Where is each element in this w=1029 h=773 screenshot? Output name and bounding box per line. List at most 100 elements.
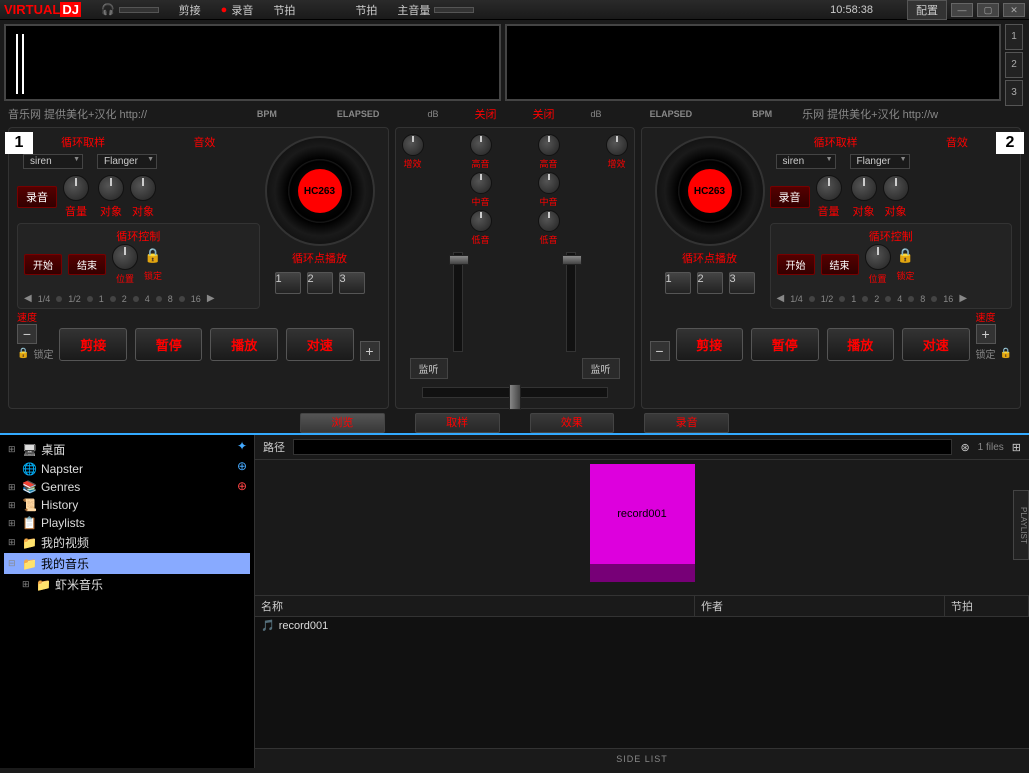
col-name[interactable]: 名称 [255,596,695,616]
titlebar-beat[interactable]: 节拍 [273,2,295,18]
tab-browse[interactable]: 浏览 [300,413,385,433]
col-artist[interactable]: 作者 [695,596,945,616]
pfl-button-1[interactable]: 监听 [410,358,448,379]
deck1-speed-plus[interactable]: + [360,341,380,361]
sampler-select-2[interactable]: siren [776,154,836,169]
deck1-loop-end[interactable]: 结束 [68,254,106,275]
deck1-cue-2[interactable]: 2 [307,272,333,294]
high-knob-1[interactable] [470,134,492,156]
wave-preset-3[interactable]: 3 [1005,80,1023,106]
deck2-cut-button[interactable]: 剪接 [676,328,744,361]
gain-knob-1[interactable] [402,134,424,156]
deck1-speed-minus[interactable]: − [17,324,37,344]
tree-myvideo[interactable]: ⊞📁我的视频 [4,532,250,553]
low-knob-1[interactable] [470,210,492,232]
deck1-record-button[interactable]: 录音 [17,186,57,208]
deck2-cue-3[interactable]: 3 [729,272,755,294]
mid-knob-2[interactable] [538,172,560,194]
deck2-cue-2[interactable]: 2 [697,272,723,294]
path-action-icon[interactable]: ⊛ [960,441,969,454]
gain-knob-2[interactable] [606,134,628,156]
tree-action-2[interactable]: ⊕ [234,459,250,475]
channel-fader-2[interactable] [566,252,576,352]
deck1-loop-prev[interactable]: ◀ [24,293,32,304]
tree-history[interactable]: ⊞📜History [4,496,250,514]
maximize-button[interactable]: ▢ [977,3,999,17]
path-input[interactable] [293,439,952,455]
config-button[interactable]: 配置 [907,0,947,20]
tree-action-3[interactable]: ⊕ [234,479,250,495]
tab-fx[interactable]: 效果 [530,413,615,433]
crossfader[interactable] [422,387,608,398]
lock-icon[interactable]: 🔒 [17,348,29,359]
titlebar-cut[interactable]: 剪接 [179,2,201,18]
deck1-cue-1[interactable]: 1 [275,272,301,294]
lock-icon[interactable]: 🔒 [1000,348,1012,359]
deck2-fx-knob2[interactable] [883,175,909,201]
deck1-sync-button[interactable]: 对速 [286,328,354,361]
titlebar-beat2[interactable]: 节拍 [355,2,377,18]
deck1-jogwheel[interactable]: HC263 [265,136,375,246]
channel-fader-1[interactable] [453,252,463,352]
tree-napster[interactable]: 🌐Napster [4,460,250,478]
file-row-1[interactable]: 🎵record001 [255,617,1029,634]
deck2-record-button[interactable]: 录音 [770,186,810,208]
view-toggle-icon[interactable]: ⊞ [1012,441,1021,454]
deck2-speed-minus[interactable]: − [650,341,670,361]
tab-record[interactable]: 录音 [644,413,729,433]
low-knob-2[interactable] [538,210,560,232]
deck2-loop-prev[interactable]: ◀ [777,293,785,304]
tree-xiami[interactable]: ⊞📁虾米音乐 [4,574,250,595]
deck2-loop-pos-knob[interactable] [865,244,891,270]
tree-playlists[interactable]: ⊞📋Playlists [4,514,250,532]
fx-select-2[interactable]: Flanger [850,154,910,169]
minimize-button[interactable]: — [951,3,973,17]
deck2-fx-knob1[interactable] [851,175,877,201]
deck1-loop-start[interactable]: 开始 [24,254,62,275]
deck1-play-button[interactable]: 播放 [210,328,278,361]
deck1-loop-pos-knob[interactable] [112,244,138,270]
deck1-cut-button[interactable]: 剪接 [59,328,127,361]
deck2-speed-plus[interactable]: + [976,324,996,344]
deck1-cue-3[interactable]: 3 [339,272,365,294]
deck2-sync-button[interactable]: 对速 [902,328,970,361]
fx-select-1[interactable]: Flanger [97,154,157,169]
deck2-cue-1[interactable]: 1 [665,272,691,294]
waveform-right[interactable] [505,24,1002,101]
headphone-section[interactable]: 🎧 [101,3,159,16]
deck1-fx-knob2[interactable] [130,175,156,201]
tree-action-1[interactable]: ✦ [234,439,250,455]
folder-tree[interactable]: ⊞🖥桌面 🌐Napster ⊞📚Genres ⊞📜History ⊞📋Playl… [0,435,255,768]
mid-knob-1[interactable] [470,172,492,194]
master-volume[interactable]: 主音量 [397,2,474,18]
lock-icon[interactable]: 🔒 [144,247,162,267]
tree-desktop[interactable]: ⊞🖥桌面 [4,439,250,460]
deck2-pause-button[interactable]: 暂停 [751,328,819,361]
deck1-loop-next[interactable]: ▶ [207,293,215,304]
playlist-tab[interactable]: PLAYLIST [1013,490,1029,560]
deck2-loop-end[interactable]: 结束 [821,254,859,275]
close-button[interactable]: ✕ [1003,3,1025,17]
deck2-loop-start[interactable]: 开始 [777,254,815,275]
deck1-fx-knob1[interactable] [98,175,124,201]
deck2-play-button[interactable]: 播放 [827,328,895,361]
lock-icon[interactable]: 🔒 [897,247,915,267]
waveform-left[interactable] [4,24,501,101]
deck2-sample-vol-knob[interactable] [816,175,842,201]
deck2-jogwheel[interactable]: HC263 [655,136,765,246]
file-thumbnail[interactable]: record001 [590,464,695,582]
tree-genres[interactable]: ⊞📚Genres [4,478,250,496]
deck2-loop-next[interactable]: ▶ [959,293,967,304]
wave-preset-2[interactable]: 2 [1005,52,1023,78]
sampler-select-1[interactable]: siren [23,154,83,169]
tab-sample[interactable]: 取样 [415,413,500,433]
high-knob-2[interactable] [538,134,560,156]
pfl-button-2[interactable]: 监听 [582,358,620,379]
tree-mymusic[interactable]: ⊟📁我的音乐 [4,553,250,574]
sidelist-bar[interactable]: SIDE LIST [255,748,1029,768]
titlebar-record[interactable]: ●录音 [221,2,254,18]
wave-preset-1[interactable]: 1 [1005,24,1023,50]
col-bpm[interactable]: 节拍 [945,596,1029,616]
deck1-sample-vol-knob[interactable] [63,175,89,201]
deck1-pause-button[interactable]: 暂停 [135,328,203,361]
